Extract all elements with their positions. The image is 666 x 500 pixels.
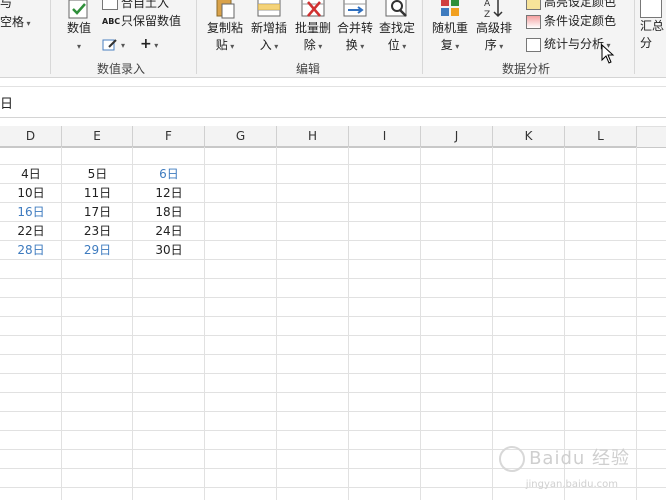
cell-f3[interactable]: 18日 — [133, 203, 205, 222]
group-separator — [196, 0, 197, 74]
highlight-color-button[interactable]: 高亮设定颜色 — [526, 0, 616, 11]
group-separator — [50, 0, 51, 74]
random-repeat-button[interactable]: 随机重复 ▾ — [428, 0, 472, 55]
find-icon — [385, 0, 407, 17]
left-partial-label-2[interactable]: 空格 ▾ — [0, 13, 31, 31]
insert-rows-icon — [257, 0, 281, 17]
stats-analysis-button[interactable]: 统计与分析 ▾ — [526, 35, 611, 53]
paw-logo-icon — [499, 446, 526, 472]
cell-d3[interactable]: 16日 — [0, 203, 62, 222]
column-header-e[interactable]: E — [62, 126, 133, 147]
grid-vline — [348, 147, 349, 500]
column-header-k[interactable]: K — [493, 126, 565, 147]
numeric-button[interactable]: 数值 ▾ — [60, 0, 98, 55]
grid-hline — [0, 373, 666, 374]
cell-d1[interactable]: 4日 — [0, 165, 62, 184]
column-header-j[interactable]: J — [421, 126, 493, 147]
column-header-d[interactable]: D — [0, 126, 62, 147]
grid-vline — [492, 147, 493, 500]
cell-f4[interactable]: 24日 — [133, 222, 205, 241]
group-separator — [422, 0, 423, 74]
summary-button[interactable]: 汇总分 — [640, 0, 666, 52]
sort-az-icon: AZ — [484, 0, 503, 20]
insert-text-button[interactable]: 合自土入 — [102, 0, 169, 12]
cell-d2[interactable]: 10日 — [0, 184, 62, 203]
delete-rows-icon — [301, 0, 325, 17]
numeric-group-label: 数值录入 — [97, 62, 146, 76]
svg-text:A: A — [484, 0, 491, 9]
find-locate-button[interactable]: 查找定位 ▾ — [375, 0, 419, 55]
grid-hline — [0, 297, 666, 298]
edit-icon — [102, 38, 117, 50]
copy-paste-button[interactable]: 复制粘贴 ▾ — [203, 0, 247, 55]
grid-hline — [0, 316, 666, 317]
cell-f1[interactable]: 6日 — [133, 165, 205, 184]
svg-text:Z: Z — [484, 10, 490, 20]
cell-e1[interactable]: 5日 — [62, 165, 133, 184]
column-header-h[interactable]: H — [277, 126, 349, 147]
merge-convert-button[interactable]: 合并转换 ▾ — [333, 0, 377, 55]
highlight-icon — [526, 0, 541, 10]
advanced-sort-button[interactable]: AZ 高级排序 ▾ — [472, 0, 516, 55]
edit-format-button[interactable]: ▾ — [102, 35, 125, 53]
cell-e3[interactable]: 17日 — [62, 203, 133, 222]
mouse-cursor-icon — [601, 44, 615, 64]
cell-e2[interactable]: 11日 — [62, 184, 133, 203]
random-icon — [441, 0, 459, 16]
ribbon: 与 空格 ▾ 数值 ▾ 合自土入 ABC只保留数值 ▾ + ▾ 数值录入 复制粘贴… — [0, 0, 666, 78]
summary-icon — [640, 0, 662, 18]
analysis-group-label: 数据分析 — [502, 62, 551, 76]
keep-numeric-button[interactable]: ABC只保留数值 — [102, 12, 181, 30]
add-insert-button[interactable]: 新增插入 ▾ — [247, 0, 291, 55]
column-header-i[interactable]: I — [349, 126, 421, 147]
cell-d4[interactable]: 22日 — [0, 222, 62, 241]
edit-group-label: 编辑 — [296, 62, 321, 76]
cell-f5[interactable]: 30日 — [133, 241, 205, 260]
left-partial-label-1[interactable]: 与 — [0, 0, 12, 12]
batch-delete-button[interactable]: 批量删除 ▾ — [291, 0, 335, 55]
text-insert-icon — [102, 0, 118, 10]
watermark-url: jingyan.baidu.com — [525, 479, 618, 490]
stats-icon — [526, 37, 541, 52]
grid-vline — [276, 147, 277, 500]
ribbon-gap — [0, 78, 666, 86]
grid-hline — [0, 411, 666, 412]
cell-d5[interactable]: 28日 — [0, 241, 62, 260]
grid-hline — [0, 278, 666, 279]
column-header-f[interactable]: F — [133, 126, 205, 147]
cell-e4[interactable]: 23日 — [62, 222, 133, 241]
grid-hline — [0, 335, 666, 336]
grid-vline — [420, 147, 421, 500]
conditional-color-button[interactable]: 条件设定颜色 — [526, 12, 616, 30]
column-header-g[interactable]: G — [205, 126, 277, 147]
abc-icon: ABC — [102, 16, 121, 26]
grid-hline — [0, 354, 666, 355]
conditional-format-icon — [526, 14, 541, 29]
cell-f2[interactable]: 12日 — [133, 184, 205, 203]
merge-icon — [343, 0, 367, 17]
group-separator — [634, 0, 635, 74]
grid-hline — [0, 430, 666, 431]
baidu-watermark: Baidu 经验 — [499, 444, 630, 472]
paste-icon — [216, 0, 235, 19]
grid-hline — [0, 392, 666, 393]
formula-bar[interactable]: 日 — [0, 86, 666, 118]
grid-vline — [636, 147, 637, 500]
formula-text: 日 — [0, 97, 14, 112]
cell-e5[interactable]: 29日 — [62, 241, 133, 260]
column-header-l[interactable]: L — [565, 126, 637, 147]
add-plus-button[interactable]: + ▾ — [140, 35, 158, 53]
numeric-icon — [68, 0, 88, 19]
